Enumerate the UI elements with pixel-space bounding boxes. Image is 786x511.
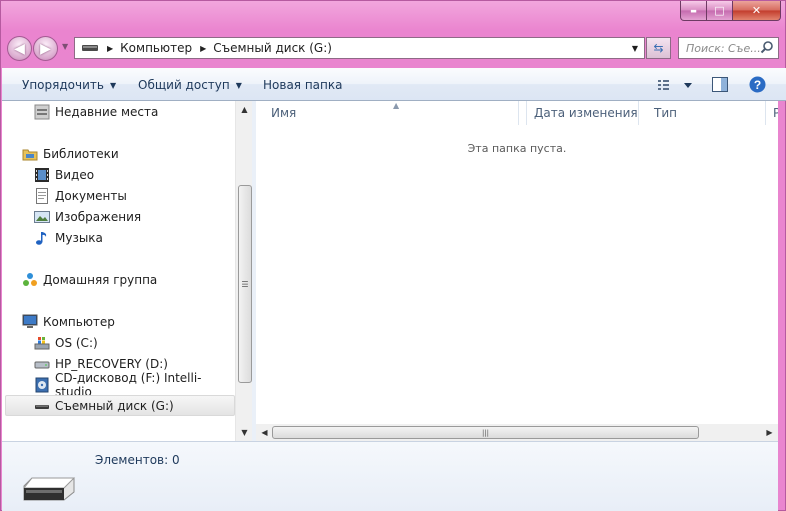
scrollbar-thumb[interactable]: ☰ bbox=[238, 185, 252, 383]
documents-icon bbox=[36, 187, 48, 204]
hard-drive-icon bbox=[34, 361, 50, 368]
back-button[interactable]: ◀ bbox=[7, 36, 32, 61]
explorer-window: ▬ □ ✕ ◀ ▶ ▼ ▶ Компьютер ▶ Съемный диск (… bbox=[0, 0, 786, 511]
organize-button[interactable]: Упорядочить ▼ bbox=[22, 78, 116, 92]
back-arrow-icon: ◀ bbox=[14, 40, 25, 57]
forward-arrow-icon: ▶ bbox=[40, 40, 51, 57]
caption-buttons: ▬ □ ✕ bbox=[680, 1, 781, 21]
address-bar[interactable]: ▶ Компьютер ▶ Съемный диск (G:) ▼ bbox=[74, 37, 645, 59]
navigation-pane-scrollbar[interactable]: ▲ ☰ ▼ bbox=[235, 101, 252, 441]
chevron-down-icon: ▼ bbox=[109, 80, 117, 90]
share-label: Общий доступ bbox=[138, 78, 230, 92]
new-folder-label: Новая папка bbox=[263, 78, 343, 92]
sidebar-item-os-drive[interactable]: OS (C:) bbox=[2, 332, 234, 353]
column-header-type-label: Тип bbox=[654, 106, 677, 120]
address-dropdown-button[interactable]: ▼ bbox=[626, 38, 644, 58]
sidebar-item-removable-drive[interactable]: Съемный диск (G:) bbox=[5, 395, 235, 416]
file-list-horizontal-scrollbar[interactable]: ◀ ||| ▶ bbox=[256, 424, 778, 441]
recent-pages-dropdown[interactable]: ▼ bbox=[62, 42, 68, 51]
sidebar-item-computer[interactable]: Компьютер bbox=[2, 311, 234, 332]
removable-drive-icon bbox=[35, 404, 49, 409]
preview-pane-icon bbox=[712, 77, 728, 92]
breadcrumb-separator-icon[interactable]: ▶ bbox=[200, 44, 206, 53]
scrollbar-thumb[interactable]: ||| bbox=[272, 426, 699, 439]
video-icon bbox=[35, 167, 49, 182]
sidebar-item-label: Библиотеки bbox=[43, 146, 119, 161]
sidebar-item-label: Домашняя группа bbox=[43, 272, 158, 287]
pictures-icon bbox=[34, 210, 50, 223]
recent-places-icon bbox=[34, 104, 50, 119]
scroll-down-icon[interactable]: ▼ bbox=[236, 424, 252, 441]
column-header-type[interactable]: Тип bbox=[639, 101, 766, 125]
search-placeholder: Поиск: Съе... bbox=[686, 41, 761, 55]
sort-ascending-icon: ▲ bbox=[393, 101, 400, 110]
new-folder-button[interactable]: Новая папка bbox=[263, 78, 342, 92]
sidebar-item-libraries[interactable]: Библиотеки bbox=[2, 143, 234, 164]
view-options-button[interactable] bbox=[657, 79, 693, 94]
search-input[interactable]: Поиск: Съе... bbox=[678, 37, 779, 59]
search-icon[interactable] bbox=[760, 40, 774, 54]
sidebar-item-cd-drive[interactable]: CD-дисковод (F:) Intelli-studio bbox=[2, 371, 234, 399]
file-list[interactable]: Имя ▲ Дата изменения Тип Р Эта папка пус… bbox=[256, 101, 778, 441]
music-icon bbox=[36, 231, 47, 245]
refresh-button[interactable]: ⇆ bbox=[646, 37, 671, 59]
help-button[interactable]: ? bbox=[749, 76, 766, 96]
breadcrumb-computer[interactable]: Компьютер bbox=[120, 41, 192, 55]
sidebar-item-label: Изображения bbox=[55, 209, 142, 224]
navigation-pane: Недавние места Библиотеки Видео Документ… bbox=[2, 101, 252, 441]
column-header-name[interactable]: Имя bbox=[256, 101, 527, 125]
forward-button[interactable]: ▶ bbox=[33, 36, 58, 61]
column-header-size[interactable]: Р bbox=[758, 101, 778, 125]
computer-icon bbox=[22, 314, 38, 328]
cd-drive-icon bbox=[35, 377, 49, 392]
os-drive-icon bbox=[34, 336, 50, 349]
sidebar-item-music[interactable]: Музыка bbox=[2, 227, 234, 248]
item-count: Элементов: 0 bbox=[95, 453, 180, 467]
command-bar: Упорядочить ▼ Общий доступ ▼ Новая папка bbox=[2, 68, 786, 101]
sidebar-item-recent-places[interactable]: Недавние места bbox=[2, 101, 234, 122]
libraries-icon bbox=[22, 149, 38, 160]
sidebar-item-label: Видео bbox=[55, 167, 95, 182]
sidebar-item-video[interactable]: Видео bbox=[2, 164, 234, 185]
scroll-up-icon[interactable]: ▲ bbox=[236, 101, 252, 118]
sidebar-item-homegroup[interactable]: Домашняя группа bbox=[2, 269, 234, 290]
removable-drive-small-icon bbox=[82, 45, 98, 51]
maximize-button[interactable]: □ bbox=[707, 1, 733, 21]
sidebar-item-pictures[interactable]: Изображения bbox=[2, 206, 234, 227]
breadcrumb-removable-drive[interactable]: Съемный диск (G:) bbox=[213, 41, 332, 55]
homegroup-icon bbox=[23, 272, 37, 286]
chevron-down-icon: ▼ bbox=[235, 80, 242, 90]
scroll-right-icon[interactable]: ▶ bbox=[761, 424, 778, 441]
scroll-left-icon[interactable]: ◀ bbox=[256, 424, 273, 441]
column-header-size-label: Р bbox=[773, 106, 778, 120]
view-list-icon bbox=[658, 80, 692, 90]
empty-folder-message: Эта папка пуста. bbox=[467, 142, 567, 155]
sidebar-item-label: Компьютер bbox=[43, 314, 115, 329]
share-button[interactable]: Общий доступ ▼ bbox=[138, 78, 242, 92]
column-header-name-label: Имя bbox=[271, 106, 297, 120]
sidebar-item-label: HP_RECOVERY (D:) bbox=[55, 356, 168, 371]
sidebar-item-label: Музыка bbox=[55, 230, 103, 245]
removable-drive-large-icon bbox=[22, 477, 76, 501]
sidebar-item-documents[interactable]: Документы bbox=[2, 185, 234, 206]
preview-pane-button[interactable] bbox=[712, 77, 728, 95]
minimize-button[interactable]: ▬ bbox=[680, 1, 707, 21]
refresh-icon: ⇆ bbox=[653, 41, 664, 55]
sidebar-item-label: Недавние места bbox=[55, 104, 159, 119]
organize-label: Упорядочить bbox=[22, 78, 104, 92]
sidebar-item-label: OS (C:) bbox=[55, 335, 98, 350]
column-header-date[interactable]: Дата изменения bbox=[518, 101, 639, 125]
sidebar-item-label: Съемный диск (G:) bbox=[55, 398, 174, 413]
column-header-date-label: Дата изменения bbox=[534, 106, 638, 120]
breadcrumb-separator-icon[interactable]: ▶ bbox=[107, 44, 113, 53]
sidebar-item-label: Документы bbox=[55, 188, 127, 203]
svg-text:?: ? bbox=[754, 78, 761, 92]
close-button[interactable]: ✕ bbox=[733, 1, 781, 21]
details-pane: Элементов: 0 bbox=[2, 441, 778, 511]
navigation-bar: ◀ ▶ ▼ ▶ Компьютер ▶ Съемный диск (G:) ▼ … bbox=[1, 34, 786, 62]
help-icon: ? bbox=[749, 76, 766, 93]
